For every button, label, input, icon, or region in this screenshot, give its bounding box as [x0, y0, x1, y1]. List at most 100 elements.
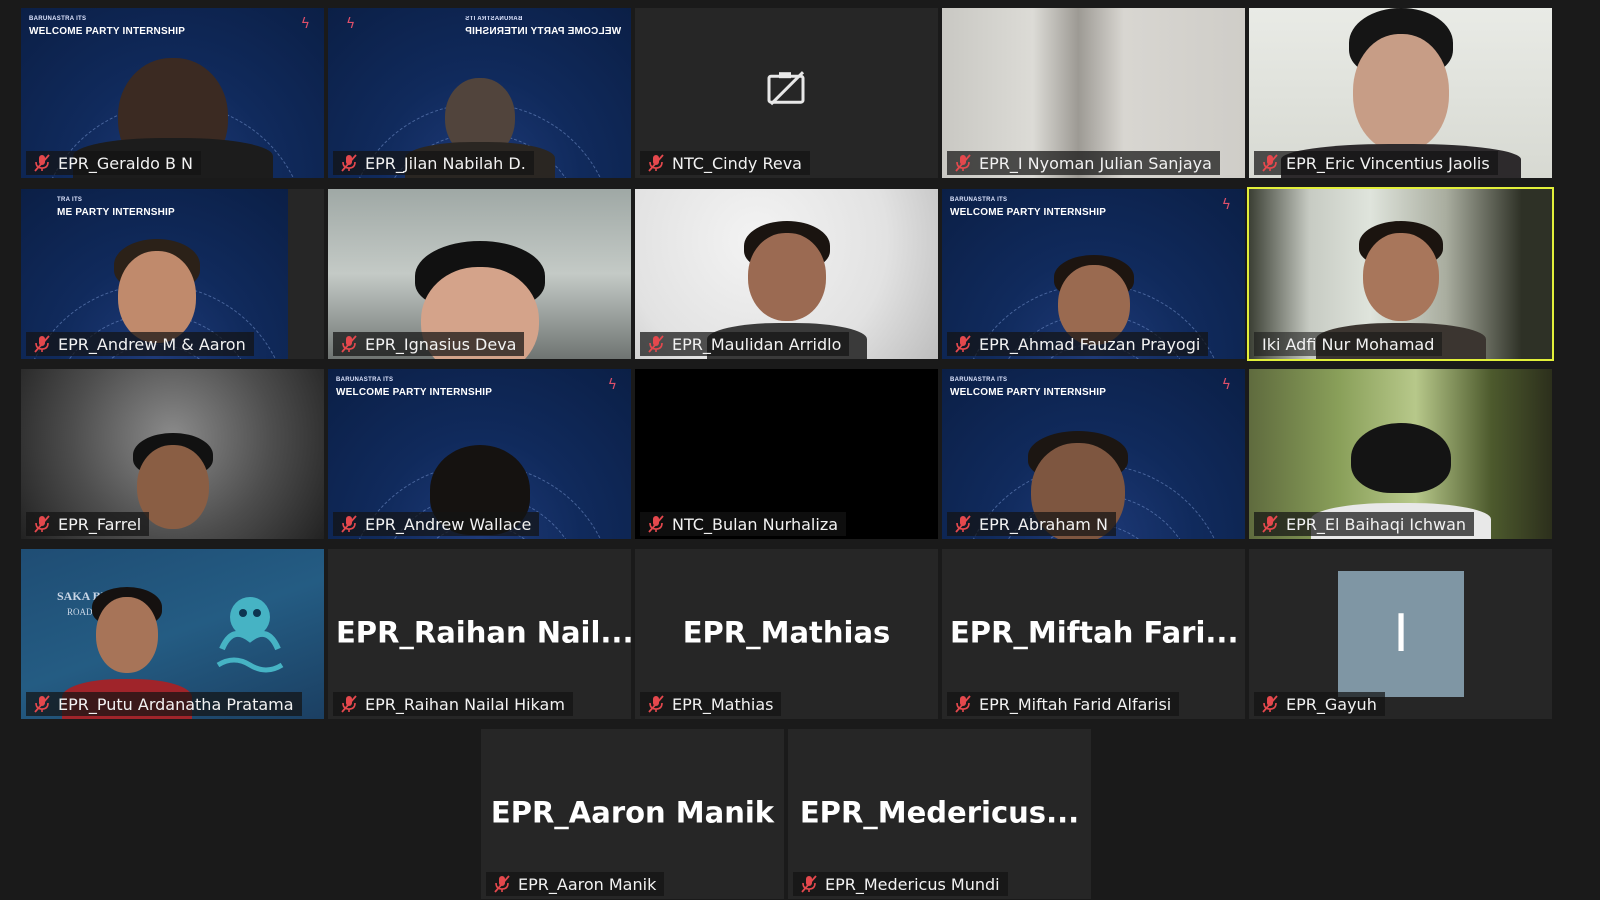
participant-tile[interactable]: I EPR_Gayuh: [1249, 549, 1552, 719]
name-label: EPR_Raihan Nailal Hikam: [333, 692, 573, 716]
participant-tile[interactable]: EPR_Raihan Nail... EPR_Raihan Nailal Hik…: [328, 549, 631, 719]
banner-org: BARUNASTRA ITS: [29, 16, 87, 22]
banner-title: WELCOME PARTY INTERNSHIP: [29, 26, 186, 37]
spark-icon: ϟ: [1221, 377, 1231, 393]
participant-tile[interactable]: TRA ITS ME PARTY INTERNSHIP EPR_Andrew M…: [21, 189, 324, 359]
participant-tile[interactable]: EPR_Mathias EPR_Mathias: [635, 549, 938, 719]
banner-org: TRA ITS: [57, 197, 83, 203]
banner-title: WELCOME PARTY INTERNSHIP: [950, 207, 1107, 218]
microphone-muted-icon: [955, 335, 971, 353]
participant-name: EPR_El Baihaqi Ichwan: [1286, 514, 1467, 534]
participant-tile[interactable]: EPR_El Baihaqi Ichwan: [1249, 369, 1552, 539]
microphone-muted-icon: [494, 875, 510, 893]
microphone-muted-icon: [341, 154, 357, 172]
name-label: NTC_Bulan Nurhaliza: [640, 512, 847, 536]
microphone-muted-icon: [648, 515, 664, 533]
banner-heading: BARUNASTRA ITS WELCOME PARTY INTERNSHIP: [336, 377, 492, 398]
octopus-logo-icon: [216, 597, 284, 673]
participant-display-name: EPR_Miftah Fari...: [950, 615, 1239, 650]
name-label: Iki Adfi Nur Mohamad: [1254, 332, 1443, 356]
name-label: EPR_Miftah Farid Alfarisi: [947, 692, 1180, 716]
participant-tile[interactable]: BARUNASTRA ITS WELCOME PARTY INTERNSHIP …: [942, 369, 1245, 539]
microphone-muted-icon: [648, 154, 664, 172]
participant-name: EPR_Aaron Manik: [518, 874, 657, 894]
participant-name: Iki Adfi Nur Mohamad: [1262, 334, 1435, 354]
participant-name: EPR_Miftah Farid Alfarisi: [979, 694, 1172, 714]
microphone-muted-icon: [1262, 154, 1278, 172]
participant-name: EPR_Gayuh: [1286, 694, 1377, 714]
participant-tile[interactable]: NTC_Bulan Nurhaliza: [635, 369, 938, 539]
name-label: EPR_Farrel: [26, 512, 150, 536]
name-label: EPR_Eric Vincentius Jaolis: [1254, 151, 1498, 175]
participant-tile[interactable]: EPR_Eric Vincentius Jaolis: [1249, 8, 1552, 178]
name-label: EPR_Mathias: [640, 692, 782, 716]
microphone-muted-icon: [955, 695, 971, 713]
participant-tile[interactable]: EPR_Farrel: [21, 369, 324, 539]
participant-name: EPR_Farrel: [58, 514, 142, 534]
participant-tile[interactable]: EPR_I Nyoman Julian Sanjaya: [942, 8, 1245, 178]
name-label: EPR_Andrew M & Aaron: [26, 332, 254, 356]
name-label: EPR_Medericus Mundi: [793, 872, 1008, 896]
participant-tile[interactable]: BARUNASTRA ITS WELCOME PARTY INTERNSHIP …: [328, 369, 631, 539]
name-label: EPR_Ignasius Deva: [333, 332, 525, 356]
participant-name: EPR_Eric Vincentius Jaolis: [1286, 153, 1490, 173]
microphone-muted-icon: [34, 695, 50, 713]
banner-org: BARUNASTRA ITS: [464, 16, 523, 22]
name-label: EPR_Jilan Nabilah D.: [333, 151, 534, 175]
microphone-muted-icon: [1262, 695, 1278, 713]
microphone-muted-icon: [648, 335, 664, 353]
banner-title: ME PARTY INTERNSHIP: [57, 207, 175, 218]
name-label: EPR_Ahmad Fauzan Prayogi: [947, 332, 1209, 356]
name-label: EPR_Abraham N: [947, 512, 1116, 536]
participant-name: EPR_Maulidan Arridlo: [672, 334, 842, 354]
microphone-muted-icon: [648, 695, 664, 713]
microphone-muted-icon: [34, 515, 50, 533]
participant-tile-active-speaker[interactable]: Iki Adfi Nur Mohamad: [1247, 187, 1554, 361]
participant-tile[interactable]: EPR_Miftah Fari... EPR_Miftah Farid Alfa…: [942, 549, 1245, 719]
participant-name: EPR_Geraldo B N: [58, 153, 194, 173]
participant-tile[interactable]: EPR_Ignasius Deva: [328, 189, 631, 359]
participant-tile[interactable]: SAKA BRAH RA ROAD EPR_Putu Ardanat: [21, 549, 324, 719]
microphone-muted-icon: [1262, 515, 1278, 533]
participant-name: EPR_Ahmad Fauzan Prayogi: [979, 334, 1201, 354]
banner-title: WELCOME PARTY INTERNSHIP: [336, 387, 493, 398]
banner-org: BARUNASTRA ITS: [950, 377, 1008, 383]
microphone-muted-icon: [341, 695, 357, 713]
participant-tile[interactable]: NTC_Cindy Reva: [635, 8, 938, 178]
participant-name: NTC_Bulan Nurhaliza: [672, 514, 839, 534]
participant-tile[interactable]: EPR_Maulidan Arridlo: [635, 189, 938, 359]
microphone-muted-icon: [955, 515, 971, 533]
participant-name: EPR_Andrew Wallace: [365, 514, 532, 534]
microphone-muted-icon: [341, 335, 357, 353]
participant-tile[interactable]: BARUNASTRA ITS WELCOME PARTY INTERNSHIP …: [328, 8, 631, 178]
participant-name: NTC_Cindy Reva: [672, 153, 802, 173]
name-label: EPR_Geraldo B N: [26, 151, 202, 175]
banner-title: WELCOME PARTY INTERNSHIP: [464, 26, 621, 37]
participant-name: EPR_Mathias: [672, 694, 774, 714]
camera-off-icon: [767, 71, 804, 106]
participant-tile[interactable]: BARUNASTRA ITS WELCOME PARTY INTERNSHIP …: [21, 8, 324, 178]
name-label: NTC_Cindy Reva: [640, 151, 810, 175]
participant-display-name: EPR_Aaron Manik: [490, 795, 775, 830]
banner-org: BARUNASTRA ITS: [950, 197, 1008, 203]
participant-name: EPR_Andrew M & Aaron: [58, 334, 246, 354]
name-label: EPR_Aaron Manik: [486, 872, 665, 896]
microphone-muted-icon: [341, 515, 357, 533]
spark-icon: ϟ: [1221, 197, 1231, 213]
slide-subtitle: ROAD: [67, 607, 93, 617]
name-label: EPR_Putu Ardanatha Pratama: [26, 692, 302, 716]
participant-tile[interactable]: BARUNASTRA ITS WELCOME PARTY INTERNSHIP …: [942, 189, 1245, 359]
participant-display-name: EPR_Mathias: [682, 615, 891, 650]
participant-display-name: EPR_Medericus...: [799, 795, 1080, 830]
participant-name: EPR_Putu Ardanatha Pratama: [58, 694, 294, 714]
avatar: I: [1338, 571, 1464, 697]
participant-name: EPR_Ignasius Deva: [365, 334, 517, 354]
banner-heading: BARUNASTRA ITS WELCOME PARTY INTERNSHIP: [465, 16, 621, 37]
participant-tile[interactable]: EPR_Aaron Manik EPR_Aaron Manik: [481, 729, 784, 899]
meeting-gallery: BARUNASTRA ITS WELCOME PARTY INTERNSHIP …: [0, 0, 1600, 900]
spark-icon: ϟ: [300, 16, 310, 32]
microphone-muted-icon: [34, 335, 50, 353]
participant-tile[interactable]: EPR_Medericus... EPR_Medericus Mundi: [788, 729, 1091, 899]
participant-name: EPR_Jilan Nabilah D.: [365, 153, 526, 173]
participant-name: EPR_Medericus Mundi: [825, 874, 1000, 894]
